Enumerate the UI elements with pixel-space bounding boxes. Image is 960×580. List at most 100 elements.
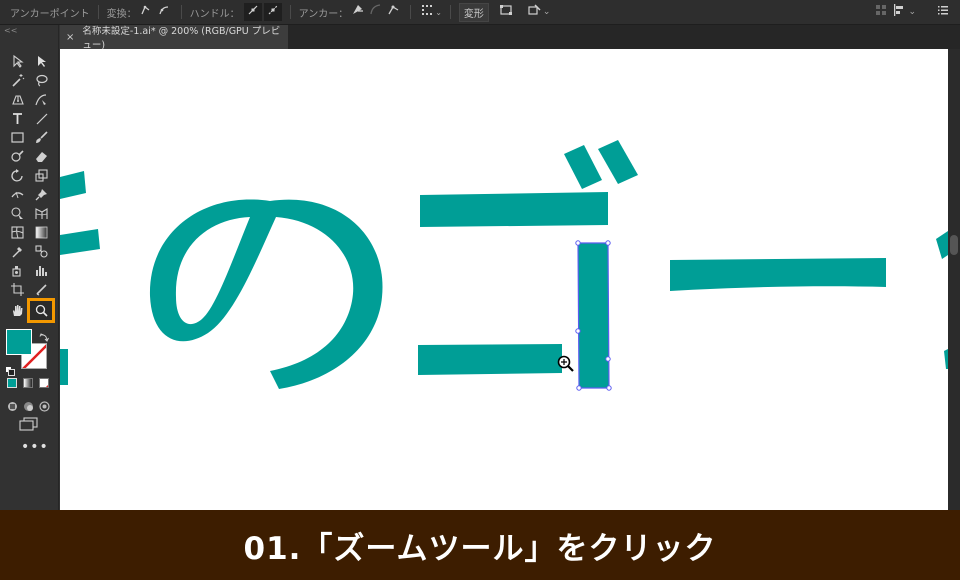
width-tool[interactable] — [6, 185, 28, 204]
symbol-sprayer-icon — [11, 266, 21, 277]
isolate-icon[interactable] — [497, 3, 515, 21]
line-segment-tool[interactable] — [30, 109, 52, 128]
align-left-icon[interactable] — [890, 3, 908, 21]
eyedropper-icon — [12, 247, 22, 258]
convert-corner-icon[interactable] — [137, 3, 155, 21]
column-graph-icon — [35, 266, 47, 276]
mesh-tool[interactable] — [6, 223, 28, 242]
curvature-pen-icon — [34, 94, 46, 106]
pen-tool[interactable] — [6, 90, 28, 109]
fill-swatch[interactable] — [6, 329, 32, 355]
collapse-panel-icon[interactable]: << — [4, 26, 17, 35]
hand-tool[interactable] — [6, 301, 28, 320]
divider — [180, 5, 182, 19]
glyph-haru-partial — [60, 171, 100, 385]
close-tab-icon[interactable]: × — [66, 32, 74, 43]
mesh-icon — [10, 226, 24, 239]
selection-arrow-icon — [12, 54, 24, 68]
puppet-warp-tool[interactable] — [30, 185, 52, 204]
none-mode-icon[interactable] — [39, 378, 49, 388]
scrollbar-thumb[interactable] — [950, 235, 958, 255]
rectangle-icon — [10, 132, 24, 143]
shaper-icon — [10, 150, 24, 162]
glyph-go — [418, 140, 638, 388]
artboard-canvas[interactable] — [60, 49, 948, 510]
convert-smooth-icon[interactable] — [155, 3, 173, 21]
chevron-down-icon[interactable]: ⌄ — [543, 7, 551, 17]
direct-selection-arrow-icon — [37, 56, 46, 67]
type-tool[interactable] — [6, 109, 28, 128]
selection-tool[interactable] — [6, 52, 28, 71]
shape-builder-tool[interactable] — [6, 204, 28, 223]
divider — [410, 5, 412, 19]
document-tab[interactable]: × 名称未設定-1.ai* @ 200% (RGB/GPU プレビュー) — [60, 25, 288, 51]
eyedropper-tool[interactable] — [6, 242, 28, 261]
control-bar: アンカーポイント 変換： ハンドル： アンカー： ⌄ 変形 ⌄ ⌄ — [0, 0, 960, 25]
caption-banner: 01.「ズームツール」をクリック — [0, 510, 960, 580]
rectangle-tool[interactable] — [6, 128, 28, 147]
pen-icon — [11, 95, 24, 105]
slice-icon — [35, 284, 47, 296]
color-mode-icon[interactable] — [7, 378, 17, 388]
divider — [289, 5, 291, 19]
transform-label: 変換： — [106, 8, 137, 20]
blend-icon — [34, 245, 48, 258]
draw-normal-icon[interactable] — [7, 397, 18, 416]
panel-menu-icon[interactable] — [934, 3, 952, 21]
hide-handles-icon[interactable] — [263, 3, 282, 21]
slice-tool[interactable] — [30, 280, 52, 299]
connect-path-icon[interactable] — [366, 3, 384, 21]
gradient-icon — [35, 226, 47, 239]
magic-wand-icon — [11, 74, 24, 87]
draw-inside-icon[interactable] — [39, 397, 50, 416]
artboard-tool[interactable] — [6, 280, 28, 299]
eraser-icon — [35, 152, 47, 162]
curvature-tool[interactable] — [30, 90, 52, 109]
type-icon — [12, 113, 22, 124]
gradient-mode-icon[interactable] — [23, 378, 33, 388]
column-graph-tool[interactable] — [30, 261, 52, 280]
divider — [449, 5, 451, 19]
zoom-tool[interactable] — [27, 298, 55, 323]
eraser-tool[interactable] — [30, 147, 52, 166]
arrange-icon[interactable] — [872, 3, 890, 21]
anchor-point-label: アンカーポイント — [10, 8, 90, 20]
shape-builder-icon — [10, 207, 23, 219]
lasso-tool[interactable] — [30, 71, 52, 90]
glyph-no — [149, 199, 383, 389]
vertical-scrollbar[interactable] — [948, 49, 960, 510]
anchor-label: アンカー： — [298, 8, 349, 20]
shaper-tool[interactable] — [6, 147, 28, 166]
transform-button[interactable]: 変形 — [458, 2, 489, 22]
caption-text: 01.「ズームツール」をクリック — [243, 530, 717, 567]
screen-mode-icon[interactable] — [19, 416, 39, 435]
glyph-choon — [670, 258, 886, 291]
remove-anchor-icon[interactable] — [348, 3, 366, 21]
symbol-sprayer-tool[interactable] — [6, 261, 28, 280]
puppet-warp-icon[interactable] — [525, 3, 543, 21]
glyph-right-partial — [936, 231, 948, 369]
scale-tool[interactable] — [30, 166, 52, 185]
paintbrush-tool[interactable] — [30, 128, 52, 147]
perspective-grid-tool[interactable] — [30, 204, 52, 223]
perspective-grid-icon — [34, 208, 48, 219]
handle-label: ハンドル： — [189, 8, 240, 20]
blend-tool[interactable] — [30, 242, 52, 261]
width-icon — [10, 191, 23, 199]
artboard-icon — [10, 283, 24, 296]
edit-toolbar-icon[interactable]: ••• — [21, 439, 49, 455]
paintbrush-icon — [35, 131, 48, 143]
gradient-tool[interactable] — [30, 223, 52, 242]
draw-behind-icon[interactable] — [23, 397, 34, 416]
hand-icon — [12, 305, 22, 316]
magic-wand-tool[interactable] — [6, 71, 28, 90]
document-tab-title: 名称未設定-1.ai* @ 200% (RGB/GPU プレビュー) — [82, 26, 281, 51]
direct-selection-tool[interactable] — [30, 52, 52, 71]
chevron-down-icon[interactable]: ⌄ — [908, 7, 916, 17]
cut-path-icon[interactable] — [384, 3, 402, 21]
rotate-tool[interactable] — [6, 166, 28, 185]
line-segment-icon — [36, 113, 47, 125]
show-handles-icon[interactable] — [243, 3, 262, 21]
pushpin-icon — [35, 189, 47, 201]
chevron-down-icon[interactable]: ⌄ — [435, 8, 442, 17]
